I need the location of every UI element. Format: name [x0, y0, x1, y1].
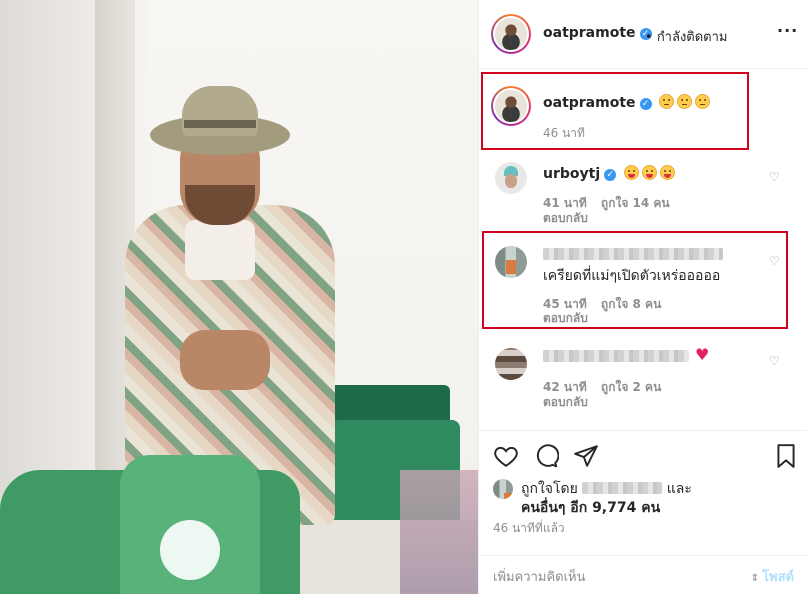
resize-arrows-icon: ⇕ [750, 573, 760, 584]
post-time-ago[interactable]: 46 นาทีที่แล้ว [493, 519, 565, 538]
author-username[interactable]: oatpramote ✓ [543, 25, 652, 41]
photo-bag-print [160, 520, 220, 580]
comment-time[interactable]: 42 นาที [543, 380, 587, 394]
more-options-icon[interactable]: ··· [777, 21, 798, 40]
following-button[interactable]: กำลังติดตาม [657, 30, 728, 45]
post-comment-button[interactable]: ⇕ โพสต์ [751, 566, 794, 587]
photo-hat-crown [182, 86, 258, 136]
photo-person-hands [180, 330, 270, 390]
save-bookmark-icon[interactable] [773, 443, 799, 469]
comment-bubble-icon[interactable] [533, 443, 559, 469]
reply-button[interactable]: ตอบกลับ [543, 393, 588, 412]
like-comment-heart-icon[interactable]: ♡ [769, 170, 780, 184]
photo-hat-band [184, 120, 256, 128]
add-comment-input[interactable]: เพิ่มความคิดเห็น [493, 566, 586, 587]
instagram-post-modal: oatpramote ✓ • กำลังติดตาม ··· oatpramote… [0, 0, 807, 594]
liker-avatar-pixelated[interactable] [493, 479, 513, 499]
post-side-panel: oatpramote ✓ • กำลังติดตาม ··· oatpramote… [478, 0, 807, 594]
reply-button[interactable]: ตอบกลับ [543, 209, 588, 228]
post-header: oatpramote ✓ • กำลังติดตาม ··· [479, 0, 807, 69]
tongue-face-emoji-icon [624, 165, 640, 180]
highlight-box-caption [481, 72, 749, 150]
like-comment-heart-icon[interactable]: ♡ [769, 354, 780, 368]
red-heart-emoji-icon: ♥ [695, 345, 710, 364]
share-paper-plane-icon[interactable] [573, 443, 599, 469]
comment-item: ♥ 42 นาที ถูกใจ 2 คน ตอบกลับ ♡ [479, 340, 807, 416]
highlight-box-comment [482, 231, 788, 329]
follow-status[interactable]: • กำลังติดตาม [645, 26, 728, 47]
author-avatar[interactable] [491, 14, 531, 54]
commenter-username[interactable]: urboytj ✓ [543, 165, 676, 182]
verified-badge-icon: ✓ [604, 169, 617, 181]
like-heart-icon[interactable] [493, 443, 519, 469]
post-photo[interactable] [0, 0, 478, 594]
separator-dot: • [645, 30, 653, 45]
commenter-username-blurred[interactable] [543, 350, 689, 362]
tongue-face-emoji-icon [660, 165, 676, 180]
photo-blurred-foreground [400, 470, 478, 594]
likes-count-link[interactable]: คนอื่นๆ อีก 9,774 คน [521, 497, 660, 519]
liker-username-blurred[interactable] [582, 482, 663, 494]
photo-person-undershirt [185, 220, 255, 280]
post-actions: ถูกใจโดย และ คนอื่นๆ อีก 9,774 คน 46 นาท… [479, 430, 807, 595]
commenter-avatar-pixelated[interactable] [495, 348, 527, 380]
avatar-image [495, 18, 527, 50]
commenter-avatar[interactable] [495, 162, 527, 194]
tongue-face-emoji-icon [642, 165, 658, 180]
comment-likes-count[interactable]: ถูกใจ 14 คน [601, 196, 670, 210]
add-comment-bar: เพิ่มความคิดเห็น ⇕ โพสต์ [479, 555, 807, 596]
comment-item: urboytj ✓ 41 นาที ถูกใจ 14 คน ตอบกลับ ♡ [479, 156, 807, 230]
comment-likes-count[interactable]: ถูกใจ 2 คน [601, 380, 661, 394]
comment-time[interactable]: 41 นาที [543, 196, 587, 210]
